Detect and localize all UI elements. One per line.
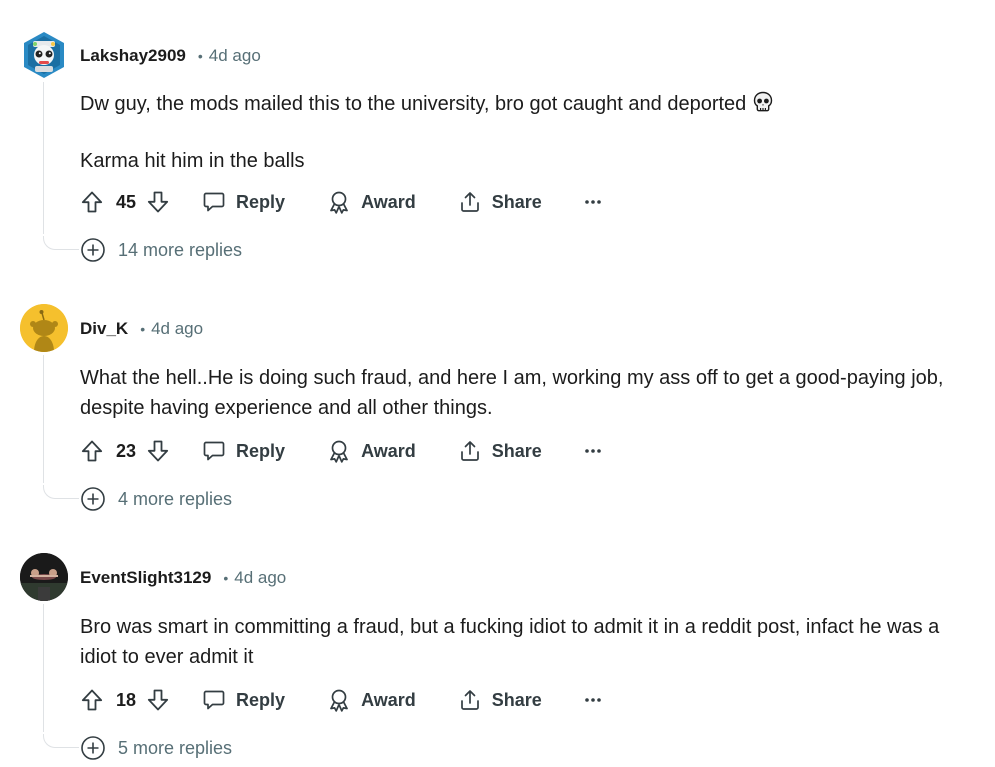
overflow-menu-button[interactable] [584, 697, 602, 703]
award-ribbon-icon [330, 689, 348, 712]
comment-paragraph: Bro was smart in committing a fraud, but… [80, 616, 940, 668]
thread-line-elbow [43, 734, 79, 748]
more-replies-label: 5 more replies [118, 737, 233, 758]
comment-header: EventSlight3129 • 4d ago [80, 567, 286, 589]
share-upload-icon [460, 690, 479, 710]
downvote-button[interactable] [146, 688, 170, 712]
upvote-arrow-icon [81, 689, 103, 711]
comment: EventSlight3129 • 4d ago Bro was smart i… [0, 0, 995, 767]
ellipsis-icon [584, 698, 601, 702]
plus-circle-icon [81, 736, 105, 760]
more-replies-button[interactable]: 5 more replies [80, 735, 232, 761]
avatar[interactable] [20, 553, 68, 601]
reply-button[interactable]: Reply [202, 688, 285, 712]
comment-body: Bro was smart in committing a fraud, but… [80, 612, 960, 672]
award-button[interactable]: Award [327, 688, 416, 712]
upvote-button[interactable] [80, 688, 104, 712]
share-button[interactable]: Share [458, 688, 542, 712]
username-link[interactable]: EventSlight3129 [80, 568, 211, 588]
comment-actions: 18 Reply Award Share [80, 685, 602, 715]
meta-separator: • [223, 570, 229, 586]
share-label: Share [491, 689, 542, 710]
profile-photo-avatar-icon [20, 553, 68, 601]
downvote-arrow-icon [147, 689, 169, 711]
reply-label: Reply [236, 689, 286, 710]
award-label: Award [361, 689, 416, 710]
timestamp-link[interactable]: 4d ago [234, 568, 286, 588]
speech-bubble-icon [203, 690, 225, 710]
thread-line[interactable] [43, 604, 44, 732]
vote-count: 18 [116, 689, 137, 710]
